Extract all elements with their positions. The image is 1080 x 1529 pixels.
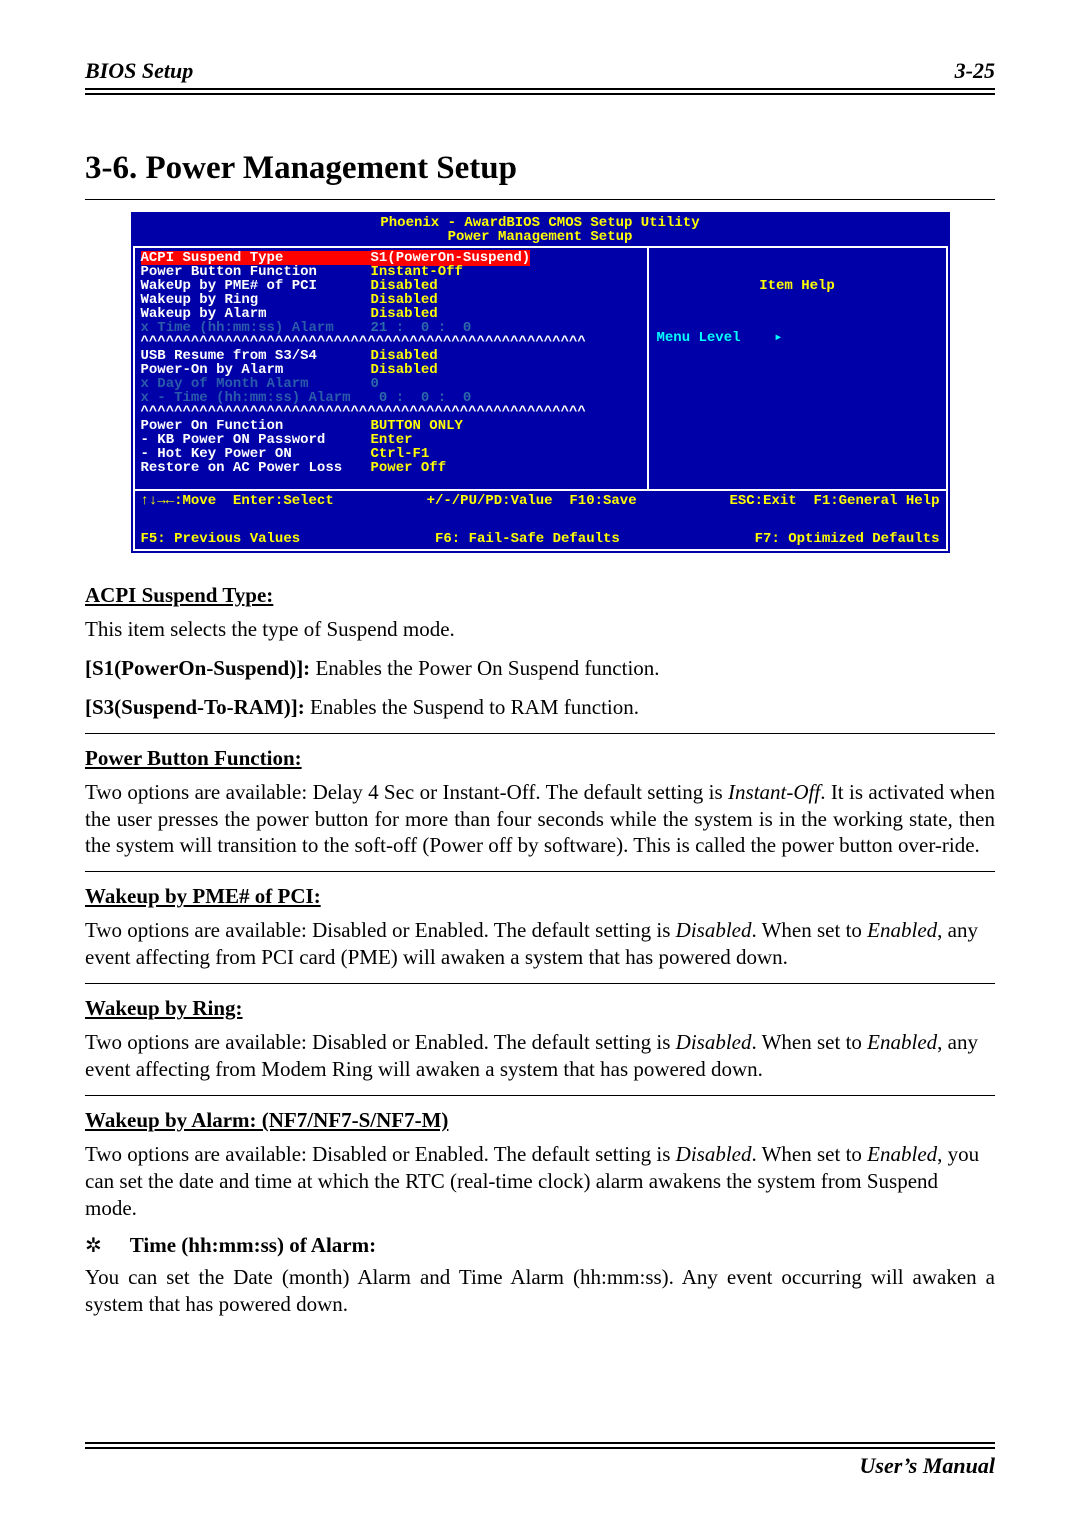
divider (85, 733, 995, 734)
bullet-icon: ✲ (85, 1233, 102, 1258)
footer-rule (85, 1442, 995, 1449)
bios-row: Power Button FunctionInstant-Off (141, 265, 641, 279)
divider (85, 1095, 995, 1096)
header-left: BIOS Setup (85, 58, 193, 84)
header-rule (85, 88, 995, 95)
bios-separator: ^^^^^^^^^^^^^^^^^^^^^^^^^^^^^^^^^^^^^^^^… (141, 335, 641, 349)
bios-row: x Day of Month Alarm0 (141, 377, 641, 391)
bios-row-value: Disabled (371, 362, 438, 378)
bios-row: WakeUp by PME# of PCIDisabled (141, 279, 641, 293)
bios-row-label: - Hot Key Power ON (141, 447, 371, 461)
bios-foot-opt: F7: Optimized Defaults (755, 532, 940, 546)
acpi-opt2: [S3(Suspend-To-RAM)]: Enables the Suspen… (85, 694, 995, 721)
divider (85, 871, 995, 872)
acpi-opt2-label: [S3(Suspend-To-RAM)]: (85, 695, 305, 719)
page-header: BIOS Setup 3-25 (85, 58, 995, 86)
bios-foot-fsafe: F6: Fail-Safe Defaults (435, 532, 620, 546)
bios-separator: ^^^^^^^^^^^^^^^^^^^^^^^^^^^^^^^^^^^^^^^^… (141, 405, 641, 419)
header-right: 3-25 (955, 58, 995, 84)
bios-foot-exit: ESC:Exit F1:General Help (729, 494, 939, 508)
bios-row-label: ACPI Suspend Type (141, 251, 371, 265)
bios-footer: ↑↓→←:Move Enter:Select +/-/PU/PD:Value F… (133, 491, 948, 551)
bios-title: Phoenix - AwardBIOS CMOS Setup Utility P… (133, 214, 948, 244)
bios-help-title: Item Help (657, 279, 938, 293)
bios-foot-prev: F5: Previous Values (141, 532, 301, 546)
bios-screenshot: Phoenix - AwardBIOS CMOS Setup Utility P… (131, 212, 950, 553)
bios-row-label: Power On Function (141, 419, 371, 433)
pme-body: Two options are available: Disabled or E… (85, 917, 995, 971)
acpi-heading: ACPI Suspend Type: (85, 583, 995, 608)
bios-row-label: Restore on AC Power Loss (141, 461, 371, 475)
bios-menu-level: Menu Level ▸ (657, 331, 938, 345)
bios-row-label: WakeUp by PME# of PCI (141, 279, 371, 293)
bios-row-label: Power-On by Alarm (141, 363, 371, 377)
ring-body: Two options are available: Disabled or E… (85, 1029, 995, 1083)
bios-row: - KB Power ON PasswordEnter (141, 433, 641, 447)
bios-row: Restore on AC Power LossPower Off (141, 461, 641, 475)
alarm-body: Two options are available: Disabled or E… (85, 1141, 995, 1222)
pbf-body: Two options are available: Delay 4 Sec o… (85, 779, 995, 860)
alarm-sub-body: You can set the Date (month) Alarm and T… (85, 1264, 995, 1318)
bios-row: x Time (hh:mm:ss) Alarm21 : 0 : 0 (141, 321, 641, 335)
bios-row-label: Power Button Function (141, 265, 371, 279)
bios-row: USB Resume from S3/S4Disabled (141, 349, 641, 363)
bios-row-label: Wakeup by Alarm (141, 307, 371, 321)
bios-row-label: x Time (hh:mm:ss) Alarm (141, 321, 371, 335)
alarm-subitem-label: Time (hh:mm:ss) of Alarm: (130, 1233, 376, 1258)
pbf-heading: Power Button Function: (85, 746, 995, 771)
bios-row-label: - KB Power ON Password (141, 433, 371, 447)
bios-help-panel: Item Help Menu Level ▸ (647, 246, 948, 491)
footer-text: User’s Manual (85, 1453, 995, 1479)
page-footer: User’s Manual (85, 1442, 995, 1479)
divider (85, 983, 995, 984)
bios-row: - Hot Key Power ONCtrl-F1 (141, 447, 641, 461)
bios-row: Wakeup by AlarmDisabled (141, 307, 641, 321)
bios-row-label: x Day of Month Alarm (141, 377, 371, 391)
bios-row-label: USB Resume from S3/S4 (141, 349, 371, 363)
bios-row: Wakeup by RingDisabled (141, 293, 641, 307)
pme-heading: Wakeup by PME# of PCI: (85, 884, 995, 909)
bios-foot-value: +/-/PU/PD:Value F10:Save (427, 494, 637, 508)
bios-foot-move: ↑↓→←:Move Enter:Select (141, 494, 334, 508)
alarm-subitem: ✲ Time (hh:mm:ss) of Alarm: (85, 1233, 995, 1258)
bios-row-label: Wakeup by Ring (141, 293, 371, 307)
acpi-intro: This item selects the type of Suspend mo… (85, 616, 995, 643)
bios-row-label: x - Time (hh:mm:ss) Alarm (141, 391, 371, 405)
bios-row: ACPI Suspend TypeS1(PowerOn-Suspend) (141, 251, 641, 265)
acpi-opt1: [S1(PowerOn-Suspend)]: Enables the Power… (85, 655, 995, 682)
bios-row: Power-On by AlarmDisabled (141, 363, 641, 377)
bios-row-value: Power Off (371, 460, 447, 476)
bios-row: Power On FunctionBUTTON ONLY (141, 419, 641, 433)
section-rule (85, 199, 995, 200)
alarm-heading: Wakeup by Alarm: (NF7/NF7-S/NF7-M) (85, 1108, 995, 1133)
section-title: 3-6. Power Management Setup (85, 150, 995, 187)
ring-heading: Wakeup by Ring: (85, 996, 995, 1021)
acpi-opt1-label: [S1(PowerOn-Suspend)]: (85, 656, 310, 680)
bios-option-list: ACPI Suspend TypeS1(PowerOn-Suspend)Powe… (133, 246, 647, 491)
bios-row: x - Time (hh:mm:ss) Alarm 0 : 0 : 0 (141, 391, 641, 405)
